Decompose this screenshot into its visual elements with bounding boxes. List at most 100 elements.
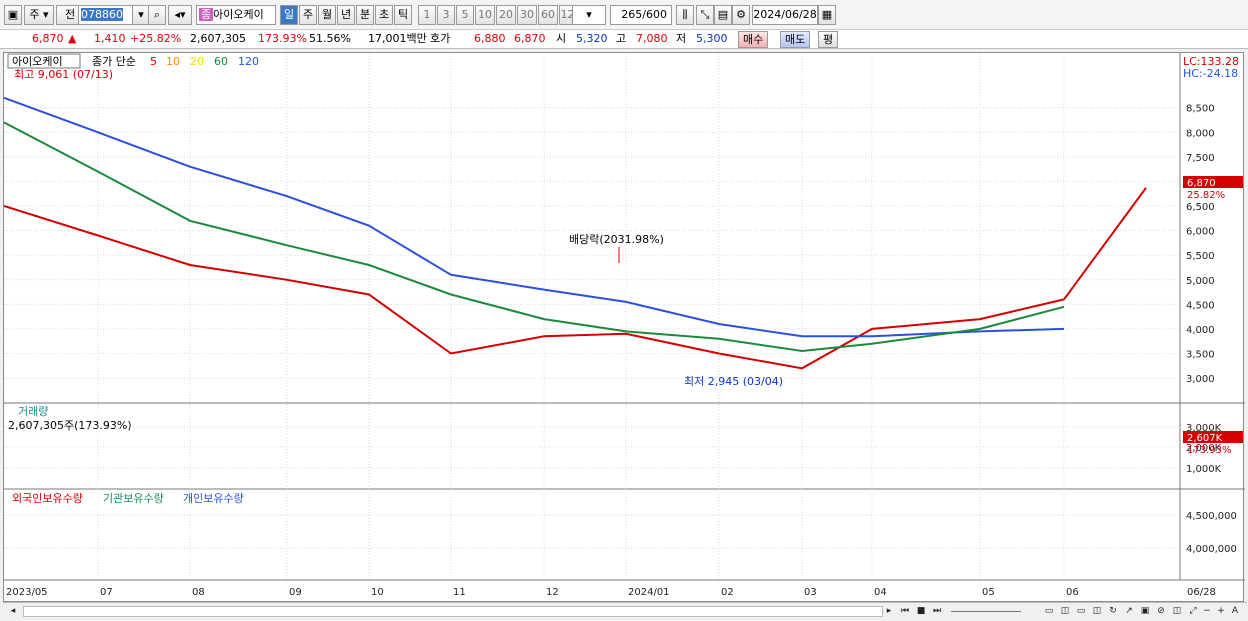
period-button-5[interactable]: 초 — [375, 5, 393, 25]
low-price: 5,300 — [696, 32, 728, 45]
scroll-right-icon[interactable]: ▸ — [883, 605, 895, 617]
x-tick-label: 12 — [546, 587, 559, 598]
sell-button[interactable]: 매도 — [780, 31, 811, 48]
period-button-4[interactable]: 분 — [356, 5, 374, 25]
interval-button-1[interactable]: 3 — [437, 5, 455, 25]
copy-icon[interactable]: ◫ — [1171, 605, 1183, 617]
y-tick-label: 3,000 — [1186, 374, 1215, 385]
high-annotation: 최고 9,061 (07/13) — [14, 68, 113, 81]
stock-name-field[interactable]: 종 아이오케이 — [196, 5, 276, 25]
calendar-icon[interactable]: ▦ — [818, 5, 836, 25]
y-tick-label: 4,500 — [1186, 300, 1215, 311]
count-value: 265 — [621, 8, 643, 21]
search-icon[interactable]: ⌕ — [148, 5, 166, 25]
hoga-label: 호가 — [430, 32, 451, 45]
date-value: 2024/06/28 — [753, 8, 817, 21]
period-button-2[interactable]: 월 — [318, 5, 336, 25]
code-value: 078860 — [81, 8, 123, 21]
date-field[interactable]: 2024/06/28 — [752, 5, 818, 25]
layout-2-icon[interactable]: ◫ — [1059, 605, 1071, 617]
open-price: 5,320 — [576, 32, 608, 45]
holder-legend-2: 개인보유수량 — [183, 492, 244, 505]
count-total: /600 — [642, 8, 667, 21]
x-tick-label: 07 — [100, 587, 113, 598]
scroll-track[interactable] — [23, 606, 883, 617]
x-tick-label: 02 — [721, 587, 734, 598]
holder-legend-0: 외국인보유수량 — [12, 492, 83, 505]
speaker-icon[interactable]: ◂▾ — [168, 5, 192, 25]
volume-tick-label: 1,000K — [1186, 464, 1222, 475]
x-tick-label: 08 — [192, 587, 205, 598]
layout-3-icon[interactable]: ▭ — [1075, 605, 1087, 617]
zoom-slider[interactable] — [951, 611, 1021, 612]
interval-button-5[interactable]: 30 — [517, 5, 537, 25]
y-tick-label: 6,000 — [1186, 227, 1215, 238]
layout-4-icon[interactable]: ◫ — [1091, 605, 1103, 617]
last-volume-label: 2,607K — [1187, 433, 1223, 444]
y-tick-label: 6,500 — [1186, 202, 1215, 213]
turnover: 51.56% — [309, 32, 351, 45]
ma-period-label: 120 — [238, 55, 259, 68]
shrink-icon[interactable]: ⤢ — [1187, 605, 1199, 617]
scroll-left-icon[interactable]: ◂ — [7, 605, 19, 617]
y-tick-label: 3,500 — [1186, 350, 1215, 361]
x-tick-label: 06 — [1066, 587, 1079, 598]
hoga-bid: 6,870 — [514, 32, 546, 45]
chart-svg[interactable]: 2023/05 07 08 09 10 11 12 2024/01 02 03 04 05 06 06/2… — [3, 53, 1245, 603]
refresh-icon[interactable]: ↻ — [1107, 605, 1119, 617]
interval-button-6[interactable]: 60 — [538, 5, 558, 25]
volume-title: 거래량 — [18, 405, 48, 418]
period-button-1[interactable]: 주 — [299, 5, 317, 25]
high-price: 7,080 — [636, 32, 668, 45]
candle-icon[interactable]: ⫼ — [676, 5, 694, 25]
zoom-out-icon[interactable]: − — [1201, 605, 1213, 617]
holder-tick-label: 4,000,000 — [1186, 544, 1237, 555]
crosshair-icon[interactable]: ⤡ — [696, 5, 714, 25]
layout-icon[interactable]: ▭ — [1043, 605, 1055, 617]
next-page-icon[interactable]: ⏭ — [931, 605, 943, 617]
stop-icon[interactable]: ■ — [915, 605, 927, 617]
hoga-ask: 6,880 — [474, 32, 506, 45]
eval-button[interactable]: 평 — [818, 31, 839, 48]
chart-area[interactable]: 2023/05 07 08 09 10 11 12 2024/01 02 03 04 05 06 06/2… — [3, 52, 1245, 603]
x-tick-label: 04 — [874, 587, 887, 598]
ma-title: 종가 단순 — [92, 55, 136, 68]
gear-icon[interactable]: ⚙ — [732, 5, 750, 25]
count-field[interactable]: 265/600 — [610, 5, 672, 25]
prev-page-icon[interactable]: ⏮ — [899, 605, 911, 617]
period-button-0[interactable]: 일 — [280, 5, 298, 25]
buy-button[interactable]: 매수 — [738, 31, 769, 48]
y-tick-label: 8,000 — [1186, 128, 1215, 139]
x-end-label: 06/28 — [1187, 587, 1216, 598]
save-icon[interactable]: ▤ — [714, 5, 732, 25]
lock-icon[interactable]: ▣ — [1139, 605, 1151, 617]
price-change: 1,410 — [94, 32, 126, 45]
interval-button-2[interactable]: 5 — [456, 5, 474, 25]
ma-period-label: 5 — [150, 55, 157, 68]
holder-tick-label: 4,500,000 — [1186, 511, 1237, 522]
zoom-in-icon[interactable]: + — [1215, 605, 1227, 617]
holder-legend-1: 기관보유수량 — [103, 492, 164, 505]
ma-period-label: 10 — [166, 55, 180, 68]
trade-amount: 17,001백만 — [368, 32, 427, 45]
arrow-icon[interactable]: ↗ — [1123, 605, 1135, 617]
text-size-icon[interactable]: A — [1229, 605, 1241, 617]
period-button-6[interactable]: 틱 — [394, 5, 412, 25]
chart-scrollbar[interactable]: ◂ ▸ ⏮ ■ ⏭ ▭ ◫ ▭ ◫ ↻ ↗ ▣ ⊘ ◫ ⤢ − + A — [3, 602, 1247, 619]
current-price: 6,870 — [32, 32, 64, 45]
y-tick-label: 5,000 — [1186, 276, 1215, 287]
period-button-3[interactable]: 년 — [337, 5, 355, 25]
price-change-pct: +25.82% — [130, 32, 182, 45]
interval-button-3[interactable]: 10 — [475, 5, 495, 25]
y-tick-label: 5,500 — [1186, 251, 1215, 262]
latest-price-segment — [1063, 187, 1147, 301]
market-dropdown[interactable]: 주 ▾ — [24, 5, 54, 25]
ma-period-label: 20 — [190, 55, 204, 68]
x-tick-label: 05 — [982, 587, 995, 598]
interval-button-0[interactable]: 1 — [418, 5, 436, 25]
window-icon[interactable]: ▣ — [4, 5, 22, 25]
interval-button-4[interactable]: 20 — [496, 5, 516, 25]
blank-dropdown[interactable]: ▾ — [572, 5, 606, 25]
toolbar: ▣ 주 ▾ 전 078860 ▾ ⌕ ◂▾ 종 아이오케이 일주월년분초틱 135… — [0, 0, 1248, 30]
link-icon[interactable]: ⊘ — [1155, 605, 1167, 617]
